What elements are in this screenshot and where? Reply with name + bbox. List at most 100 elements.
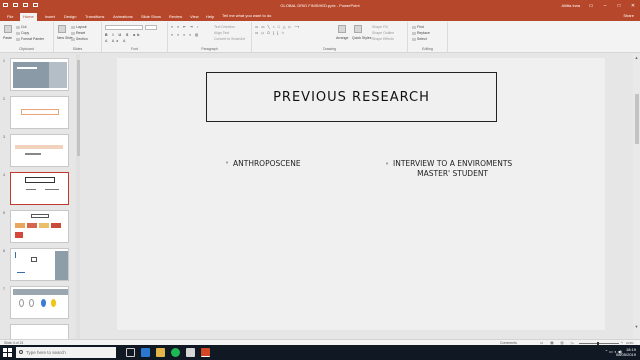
- reset-button[interactable]: Reset: [71, 31, 85, 35]
- quick-styles-icon[interactable]: [354, 25, 362, 33]
- taskbar-clock[interactable]: 18:19 08/05/2019: [616, 347, 636, 357]
- store-icon[interactable]: [186, 348, 195, 357]
- shape-outline-button[interactable]: Shape Outline: [372, 31, 394, 35]
- task-view-icon[interactable]: [126, 348, 135, 357]
- windows-start-icon[interactable]: [3, 348, 12, 357]
- scroll-up-icon[interactable]: ▲: [633, 55, 640, 60]
- shapes-gallery[interactable]: ▭ ▭ ╲ ○ □ △ ▷ ⟶: [255, 25, 300, 29]
- bullet-right[interactable]: • INTERVIEW TO A ENVIROMENTS MASTER' STU…: [385, 159, 512, 179]
- font-group: B I U S ab A Aa A Font: [102, 22, 168, 52]
- slides-group: New Slide Layout Reset Section Slides: [54, 22, 102, 52]
- align-icons[interactable]: ≡ ≡ ≡ ≡ ▥: [171, 33, 200, 37]
- shape-effects-button[interactable]: Shape Effects: [372, 37, 394, 41]
- tab-animations[interactable]: Animations: [110, 13, 136, 21]
- scroll-down-icon[interactable]: ▼: [633, 324, 640, 329]
- slide-editing-area: PREVIOUS RESEARCH • ANTHROPOSCENE • INTE…: [81, 54, 640, 339]
- paste-icon[interactable]: [4, 25, 12, 33]
- thumb-number: 2: [3, 97, 5, 101]
- section-button[interactable]: Section: [71, 37, 88, 41]
- clock-date: 08/05/2019: [615, 352, 636, 357]
- tab-transitions[interactable]: Transitions: [82, 13, 107, 21]
- text-direction-button[interactable]: Text Direction: [214, 25, 235, 29]
- copy-button[interactable]: Copy: [16, 31, 29, 35]
- tab-file[interactable]: File: [4, 13, 16, 21]
- replace-button[interactable]: Replace: [412, 31, 430, 35]
- spotify-icon[interactable]: [171, 348, 180, 357]
- font-color-icons[interactable]: A Aa A: [105, 39, 127, 43]
- slide-thumbnail[interactable]: [10, 210, 69, 243]
- section-icon: [71, 37, 75, 41]
- tab-view[interactable]: View: [187, 13, 202, 21]
- tab-review[interactable]: Review: [166, 13, 185, 21]
- find-icon: [412, 25, 416, 29]
- thumb-number: 6: [3, 249, 5, 253]
- slide-thumbnail-partial[interactable]: [10, 324, 69, 339]
- find-button[interactable]: Find: [412, 25, 424, 29]
- align-text-button[interactable]: Align Text: [214, 31, 229, 35]
- editor-scroll-thumb[interactable]: [634, 94, 639, 144]
- clipboard-label: Clipboard: [19, 47, 34, 51]
- tab-slide-show[interactable]: Slide Show: [138, 13, 164, 21]
- powerpoint-taskbar-icon[interactable]: [201, 348, 210, 357]
- font-label: Font: [130, 47, 138, 51]
- slide-thumbnail[interactable]: [10, 248, 69, 281]
- bullet-marker: •: [225, 159, 230, 167]
- slide-thumbnail[interactable]: [10, 134, 69, 167]
- font-format-icons[interactable]: B I U S ab: [105, 33, 141, 37]
- slide-title-box[interactable]: PREVIOUS RESEARCH: [206, 72, 497, 122]
- bullet-left[interactable]: • ANTHROPOSCENE: [225, 159, 301, 168]
- window-title: GLOBAL DRID FINISHED.pptx - PowerPoint: [280, 3, 360, 8]
- slide-thumbnail-pane: 1 2 3 4 5 6 7: [0, 54, 80, 339]
- shape-fill-button[interactable]: Shape Fill: [372, 25, 388, 29]
- convert-smartart-button[interactable]: Convert to SmartArt: [214, 37, 245, 41]
- new-slide-icon[interactable]: [58, 25, 66, 33]
- thumb-number: 3: [3, 135, 5, 139]
- bullet-left-text: ANTHROPOSCENE: [233, 159, 301, 168]
- taskbar-search-input[interactable]: Type here to search: [16, 347, 116, 358]
- slide-canvas[interactable]: PREVIOUS RESEARCH • ANTHROPOSCENE • INTE…: [117, 58, 605, 330]
- quick-styles-button[interactable]: Quick Styles: [352, 36, 371, 40]
- slide-title: PREVIOUS RESEARCH: [273, 90, 430, 105]
- paste-button[interactable]: Paste: [3, 36, 12, 40]
- select-icon: [412, 37, 416, 41]
- minimize-icon[interactable]: –: [598, 0, 612, 11]
- tab-design[interactable]: Design: [61, 13, 79, 21]
- reset-icon: [71, 31, 75, 35]
- font-name-box[interactable]: [105, 25, 143, 30]
- slides-label: Slides: [72, 47, 83, 51]
- thumb-number: 1: [3, 59, 5, 63]
- close-icon[interactable]: ✕: [626, 0, 640, 11]
- tab-home[interactable]: Home: [20, 13, 37, 21]
- cut-button[interactable]: Cut: [16, 25, 26, 29]
- arrange-icon[interactable]: [338, 25, 346, 33]
- thumbnail-scroll-thumb[interactable]: [76, 60, 80, 156]
- select-button[interactable]: Select: [412, 37, 427, 41]
- arrange-button[interactable]: Arrange: [336, 36, 348, 40]
- tab-help[interactable]: Help: [203, 13, 217, 21]
- slide-thumbnail-active[interactable]: [10, 172, 69, 205]
- format-painter-button[interactable]: Format Painter: [16, 37, 44, 41]
- zoom-slider[interactable]: [579, 343, 619, 344]
- thumb-number: 7: [3, 287, 5, 291]
- layout-button[interactable]: Layout: [71, 25, 87, 29]
- ribbon-display-icon[interactable]: ▭: [584, 0, 598, 11]
- tell-me-box[interactable]: Tell me what you want to do: [222, 13, 271, 18]
- slide-thumbnail[interactable]: [10, 286, 69, 319]
- tab-insert[interactable]: Insert: [42, 13, 58, 21]
- editing-label: Editing: [422, 47, 433, 51]
- maximize-icon[interactable]: □: [612, 0, 626, 11]
- thumbnail-scrollbar[interactable]: [76, 54, 80, 339]
- font-size-box[interactable]: [145, 25, 157, 30]
- user-name[interactable]: Aliitta Irwa: [562, 3, 580, 8]
- list-icons[interactable]: ≡ ≡ ⇤ ⇥ ↕: [171, 25, 200, 29]
- editor-scrollbar[interactable]: ▲ ▼: [633, 54, 640, 339]
- slide-thumbnail[interactable]: [10, 96, 69, 129]
- share-button[interactable]: Share: [623, 13, 634, 18]
- file-explorer-icon[interactable]: [156, 348, 165, 357]
- drawing-group: ▭ ▭ ╲ ○ □ △ ▷ ⟶ ▭ ◇ ⬠ { } ☆ Arrange Quic…: [252, 22, 408, 52]
- copy-icon: [16, 31, 20, 35]
- slide-thumbnail[interactable]: [10, 58, 69, 91]
- window-controls: ▭ – □ ✕: [584, 0, 640, 11]
- shapes-gallery-row2[interactable]: ▭ ◇ ⬠ { } ☆: [255, 31, 285, 35]
- edge-icon[interactable]: [141, 348, 150, 357]
